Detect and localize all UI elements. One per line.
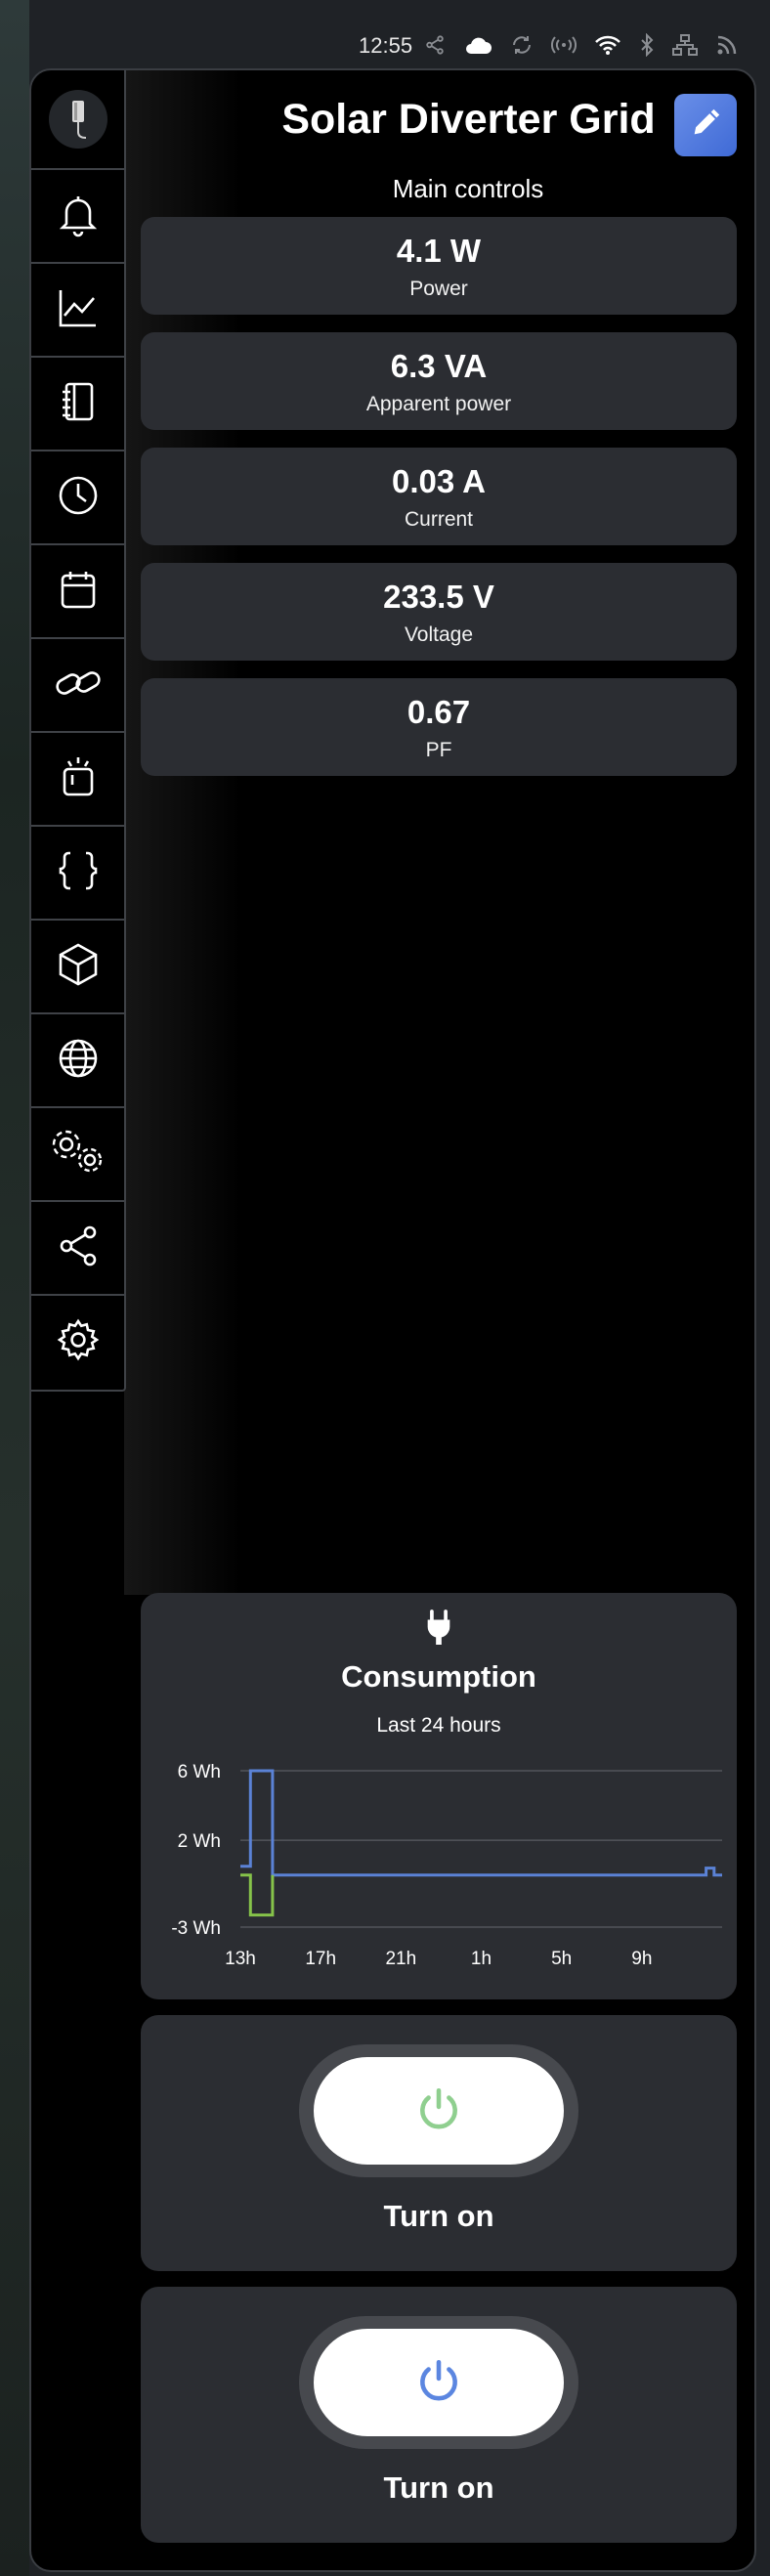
sidebar-item-network[interactable] [31,1014,124,1108]
x-tick-label: 17h [305,1949,336,1969]
sidebar-item-entities[interactable] [31,921,124,1014]
section-label: Main controls [392,174,544,203]
wifi-icon[interactable] [594,34,621,61]
metric-pf[interactable]: 0.67 PF [141,678,737,776]
rss-icon[interactable] [715,33,739,62]
gear-icon [55,1316,102,1368]
app-window: Solar Diverter Grid Main controls 4.1 W … [29,68,756,2572]
metric-value: 233.5 V [383,579,494,615]
sidebar [31,70,126,1392]
pencil-icon [689,107,722,145]
metric-label: Current [404,508,474,531]
bluetooth-icon[interactable] [639,32,655,62]
x-tick-label: 5h [551,1949,572,1969]
sidebar-item-logbook[interactable] [31,358,124,451]
page-title: Solar Diverter Grid [281,96,656,143]
sidebar-item-integrations[interactable] [31,639,124,733]
sidebar-item-calendar[interactable] [31,545,124,639]
power-toggle-track [299,2044,578,2177]
power-button[interactable] [314,2329,564,2436]
cogs-icon [49,1127,107,1182]
power-icon [414,2084,463,2138]
calendar-icon [55,566,102,618]
power-button[interactable] [314,2057,564,2165]
x-tick-label: 1h [471,1949,492,1969]
status-icons [424,29,739,64]
sidebar-item-notifications[interactable] [31,170,124,264]
y-tick-label: -3 Wh [171,1918,221,1939]
metric-value: 6.3 VA [390,348,488,384]
metric-label: PF [425,739,452,761]
device-icon [55,753,102,805]
bell-icon [55,191,102,242]
y-tick-label: 6 Wh [178,1762,221,1782]
notebook-icon [55,378,102,430]
power-icon [414,2356,463,2410]
plug-icon [422,1609,455,1653]
metric-label: Voltage [404,623,474,646]
metric-power[interactable]: 4.1 W Power [141,217,737,315]
globe-icon [55,1035,102,1087]
status-bar: 12:55 [0,0,770,68]
x-tick-label: 9h [631,1949,652,1969]
metric-value: 0.67 [406,694,471,730]
consumption-chart[interactable]: 6 Wh 2 Wh -3 Wh13h 17h 21h 1h 5h 9h [141,1749,737,1994]
metric-voltage[interactable]: 233.5 V Voltage [141,563,737,661]
sidebar-item-scripts[interactable] [31,827,124,921]
sidebar-logo[interactable] [31,70,124,170]
chart-line-icon [55,284,102,336]
sidebar-item-devices[interactable] [31,733,124,827]
share-icon[interactable] [424,34,446,61]
cube-icon [55,941,102,993]
chart-title: Consumption [341,1659,536,1694]
share-nodes-icon [55,1223,102,1274]
metric-current[interactable]: 0.03 A Current [141,448,737,545]
device-logo-icon [48,90,107,149]
switch-label: Turn on [383,2199,494,2233]
power-toggle-track [299,2316,578,2449]
sidebar-item-system[interactable] [31,1108,124,1202]
network-icon[interactable] [672,33,698,61]
status-time: 12:55 [359,33,413,58]
metric-label: Apparent power [365,393,512,415]
y-tick-label: 2 Wh [178,1831,221,1852]
metric-apparent-power[interactable]: 6.3 VA Apparent power [141,332,737,430]
link-icon [53,660,104,711]
edit-button[interactable] [674,94,737,156]
series-line-0 [240,1769,722,1877]
signal-icon[interactable] [551,34,577,61]
cloud-icon[interactable] [463,34,492,61]
switch-card-2: Turn on [141,2287,737,2543]
metric-value: 0.03 A [391,463,486,499]
sidebar-item-history[interactable] [31,264,124,358]
desktop-background [0,0,29,2576]
sidebar-item-sharing[interactable] [31,1202,124,1296]
sidebar-item-automations[interactable] [31,451,124,545]
consumption-card[interactable]: Consumption Last 24 hours 6 Wh 2 Wh -3 Wh 1… [141,1593,737,1999]
x-tick-label: 13h [225,1949,256,1969]
switch-card-1: Turn on [141,2015,737,2271]
sync-icon[interactable] [510,33,534,62]
chart-subtitle: Last 24 hours [376,1714,501,1737]
braces-icon [55,847,102,899]
series-line-1 [240,1873,275,1917]
switch-label: Turn on [383,2470,494,2505]
x-tick-label: 21h [385,1949,416,1969]
clock-icon [55,472,102,524]
metric-label: Power [409,278,468,300]
metric-value: 4.1 W [396,233,482,269]
sidebar-item-settings[interactable] [31,1296,124,1388]
